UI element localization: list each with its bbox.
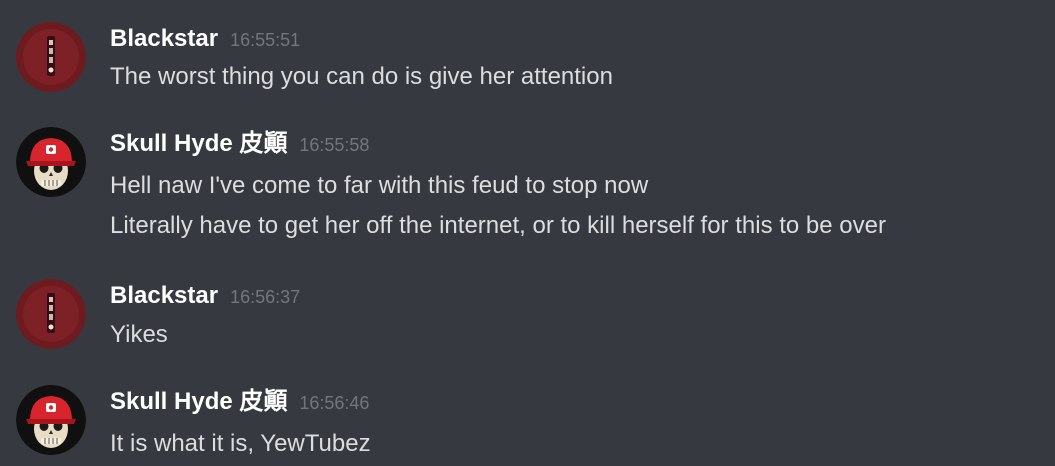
- message-text: Yikes: [110, 321, 168, 348]
- message-header: Skull Hyde 皮顚 16:55:58: [110, 127, 369, 161]
- username[interactable]: Skull Hyde 皮顚: [110, 388, 287, 415]
- message-header: Skull Hyde 皮顚 16:56:46: [110, 385, 369, 419]
- message-text: It is what it is, YewTubez: [110, 430, 371, 457]
- avatar[interactable]: [16, 279, 86, 349]
- skull-cap-avatar-icon: [16, 385, 86, 455]
- message-header: Blackstar 16:55:51: [110, 22, 300, 56]
- avatar[interactable]: [16, 385, 86, 455]
- chat-message-list: Blackstar 16:55:51 The worst thing you ca…: [0, 0, 1055, 466]
- timestamp: 16:55:58: [299, 135, 370, 155]
- message-text: Literally have to get her off the intern…: [110, 212, 886, 239]
- blackstar-avatar-icon: [16, 279, 86, 349]
- blackstar-avatar-icon: [16, 22, 86, 92]
- timestamp: 16:56:46: [299, 393, 370, 413]
- username[interactable]: Blackstar: [110, 25, 218, 52]
- skull-cap-avatar-icon: [16, 127, 86, 197]
- message-text: Hell naw I've come to far with this feud…: [110, 172, 649, 199]
- message-text: The worst thing you can do is give her a…: [110, 63, 613, 90]
- timestamp: 16:56:37: [230, 287, 301, 307]
- avatar[interactable]: [16, 22, 86, 92]
- username[interactable]: Blackstar: [110, 282, 218, 309]
- timestamp: 16:55:51: [230, 30, 301, 50]
- message-header: Blackstar 16:56:37: [110, 279, 300, 313]
- username[interactable]: Skull Hyde 皮顚: [110, 130, 287, 157]
- avatar[interactable]: [16, 127, 86, 197]
